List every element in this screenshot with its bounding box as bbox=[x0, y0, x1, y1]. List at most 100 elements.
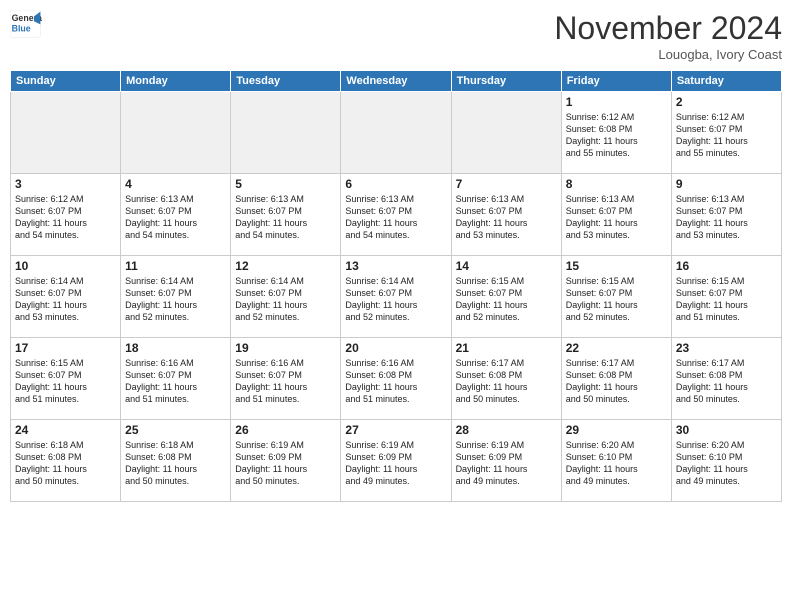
day-number: 18 bbox=[125, 341, 226, 355]
day-number: 27 bbox=[345, 423, 446, 437]
day-info: Sunrise: 6:18 AMSunset: 6:08 PMDaylight:… bbox=[125, 439, 226, 488]
day-cell: 1 Sunrise: 6:12 AMSunset: 6:08 PMDaylight… bbox=[561, 92, 671, 174]
day-cell: 18 Sunrise: 6:16 AMSunset: 6:07 PMDayligh… bbox=[121, 338, 231, 420]
day-info: Sunrise: 6:15 AMSunset: 6:07 PMDaylight:… bbox=[676, 275, 777, 324]
week-row-5: 24 Sunrise: 6:18 AMSunset: 6:08 PMDayligh… bbox=[11, 420, 782, 502]
day-info: Sunrise: 6:15 AMSunset: 6:07 PMDaylight:… bbox=[456, 275, 557, 324]
day-cell: 7 Sunrise: 6:13 AMSunset: 6:07 PMDaylight… bbox=[451, 174, 561, 256]
day-number: 8 bbox=[566, 177, 667, 191]
day-info: Sunrise: 6:16 AMSunset: 6:07 PMDaylight:… bbox=[125, 357, 226, 406]
day-number: 7 bbox=[456, 177, 557, 191]
day-info: Sunrise: 6:14 AMSunset: 6:07 PMDaylight:… bbox=[345, 275, 446, 324]
day-cell: 14 Sunrise: 6:15 AMSunset: 6:07 PMDayligh… bbox=[451, 256, 561, 338]
title-block: November 2024 Louogba, Ivory Coast bbox=[554, 10, 782, 62]
day-cell: 6 Sunrise: 6:13 AMSunset: 6:07 PMDaylight… bbox=[341, 174, 451, 256]
day-info: Sunrise: 6:19 AMSunset: 6:09 PMDaylight:… bbox=[456, 439, 557, 488]
day-cell: 26Sunrise: 6:19 AMSunset: 6:09 PMDayligh… bbox=[231, 420, 341, 502]
day-cell: 11 Sunrise: 6:14 AMSunset: 6:07 PMDayligh… bbox=[121, 256, 231, 338]
day-cell: 5Sunrise: 6:13 AMSunset: 6:07 PMDaylight… bbox=[231, 174, 341, 256]
week-row-1: 1 Sunrise: 6:12 AMSunset: 6:08 PMDaylight… bbox=[11, 92, 782, 174]
day-number: 28 bbox=[456, 423, 557, 437]
day-info: Sunrise: 6:17 AMSunset: 6:08 PMDaylight:… bbox=[456, 357, 557, 406]
day-cell: 28 Sunrise: 6:19 AMSunset: 6:09 PMDayligh… bbox=[451, 420, 561, 502]
day-cell: 2 Sunrise: 6:12 AMSunset: 6:07 PMDaylight… bbox=[671, 92, 781, 174]
day-number: 11 bbox=[125, 259, 226, 273]
day-info: Sunrise: 6:16 AMSunset: 6:08 PMDaylight:… bbox=[345, 357, 446, 406]
day-cell: 8Sunrise: 6:13 AMSunset: 6:07 PMDaylight… bbox=[561, 174, 671, 256]
day-number: 3 bbox=[15, 177, 116, 191]
day-cell: 27 Sunrise: 6:19 AMSunset: 6:09 PMDayligh… bbox=[341, 420, 451, 502]
day-cell: 17 Sunrise: 6:15 AMSunset: 6:07 PMDayligh… bbox=[11, 338, 121, 420]
day-info: Sunrise: 6:15 AMSunset: 6:07 PMDaylight:… bbox=[15, 357, 116, 406]
day-info: Sunrise: 6:13 AMSunset: 6:07 PMDaylight:… bbox=[676, 193, 777, 242]
day-number: 2 bbox=[676, 95, 777, 109]
day-info: Sunrise: 6:15 AMSunset: 6:07 PMDaylight:… bbox=[566, 275, 667, 324]
day-cell: 24 Sunrise: 6:18 AMSunset: 6:08 PMDayligh… bbox=[11, 420, 121, 502]
calendar: SundayMondayTuesdayWednesdayThursdayFrid… bbox=[10, 70, 782, 502]
location: Louogba, Ivory Coast bbox=[554, 47, 782, 62]
day-cell: 29Sunrise: 6:20 AMSunset: 6:10 PMDayligh… bbox=[561, 420, 671, 502]
day-number: 10 bbox=[15, 259, 116, 273]
day-number: 17 bbox=[15, 341, 116, 355]
weekday-thursday: Thursday bbox=[451, 71, 561, 92]
day-number: 15 bbox=[566, 259, 667, 273]
weekday-saturday: Saturday bbox=[671, 71, 781, 92]
weekday-sunday: Sunday bbox=[11, 71, 121, 92]
day-cell: 21 Sunrise: 6:17 AMSunset: 6:08 PMDayligh… bbox=[451, 338, 561, 420]
day-cell: 13 Sunrise: 6:14 AMSunset: 6:07 PMDayligh… bbox=[341, 256, 451, 338]
day-info: Sunrise: 6:13 AMSunset: 6:07 PMDaylight:… bbox=[345, 193, 446, 242]
day-cell: 9Sunrise: 6:13 AMSunset: 6:07 PMDaylight… bbox=[671, 174, 781, 256]
week-row-4: 17 Sunrise: 6:15 AMSunset: 6:07 PMDayligh… bbox=[11, 338, 782, 420]
day-info: Sunrise: 6:17 AMSunset: 6:08 PMDaylight:… bbox=[566, 357, 667, 406]
day-info: Sunrise: 6:14 AMSunset: 6:07 PMDaylight:… bbox=[235, 275, 336, 324]
weekday-wednesday: Wednesday bbox=[341, 71, 451, 92]
week-row-3: 10 Sunrise: 6:14 AMSunset: 6:07 PMDayligh… bbox=[11, 256, 782, 338]
day-number: 1 bbox=[566, 95, 667, 109]
weekday-monday: Monday bbox=[121, 71, 231, 92]
day-number: 23 bbox=[676, 341, 777, 355]
logo: General Blue bbox=[10, 10, 42, 38]
day-cell: 4Sunrise: 6:13 AMSunset: 6:07 PMDaylight… bbox=[121, 174, 231, 256]
day-number: 21 bbox=[456, 341, 557, 355]
day-info: Sunrise: 6:17 AMSunset: 6:08 PMDaylight:… bbox=[676, 357, 777, 406]
day-cell bbox=[11, 92, 121, 174]
day-number: 24 bbox=[15, 423, 116, 437]
svg-text:Blue: Blue bbox=[12, 24, 31, 34]
day-info: Sunrise: 6:19 AMSunset: 6:09 PMDaylight:… bbox=[235, 439, 336, 488]
day-info: Sunrise: 6:14 AMSunset: 6:07 PMDaylight:… bbox=[125, 275, 226, 324]
day-cell: 30 Sunrise: 6:20 AMSunset: 6:10 PMDayligh… bbox=[671, 420, 781, 502]
day-cell bbox=[121, 92, 231, 174]
day-info: Sunrise: 6:13 AMSunset: 6:07 PMDaylight:… bbox=[456, 193, 557, 242]
day-number: 22 bbox=[566, 341, 667, 355]
day-number: 16 bbox=[676, 259, 777, 273]
day-cell bbox=[231, 92, 341, 174]
day-cell: 15 Sunrise: 6:15 AMSunset: 6:07 PMDayligh… bbox=[561, 256, 671, 338]
day-info: Sunrise: 6:20 AMSunset: 6:10 PMDaylight:… bbox=[676, 439, 777, 488]
day-number: 14 bbox=[456, 259, 557, 273]
day-number: 30 bbox=[676, 423, 777, 437]
day-number: 20 bbox=[345, 341, 446, 355]
day-info: Sunrise: 6:12 AMSunset: 6:08 PMDaylight:… bbox=[566, 111, 667, 160]
header: General Blue November 2024 Louogba, Ivor… bbox=[10, 10, 782, 62]
day-number: 25 bbox=[125, 423, 226, 437]
day-info: Sunrise: 6:14 AMSunset: 6:07 PMDaylight:… bbox=[15, 275, 116, 324]
day-info: Sunrise: 6:18 AMSunset: 6:08 PMDaylight:… bbox=[15, 439, 116, 488]
day-number: 13 bbox=[345, 259, 446, 273]
day-cell: 20 Sunrise: 6:16 AMSunset: 6:08 PMDayligh… bbox=[341, 338, 451, 420]
weekday-tuesday: Tuesday bbox=[231, 71, 341, 92]
day-number: 12 bbox=[235, 259, 336, 273]
day-cell: 16 Sunrise: 6:15 AMSunset: 6:07 PMDayligh… bbox=[671, 256, 781, 338]
weekday-friday: Friday bbox=[561, 71, 671, 92]
day-info: Sunrise: 6:12 AMSunset: 6:07 PMDaylight:… bbox=[15, 193, 116, 242]
day-info: Sunrise: 6:12 AMSunset: 6:07 PMDaylight:… bbox=[676, 111, 777, 160]
day-number: 6 bbox=[345, 177, 446, 191]
day-number: 4 bbox=[125, 177, 226, 191]
day-info: Sunrise: 6:19 AMSunset: 6:09 PMDaylight:… bbox=[345, 439, 446, 488]
day-info: Sunrise: 6:16 AMSunset: 6:07 PMDaylight:… bbox=[235, 357, 336, 406]
day-cell: 3 Sunrise: 6:12 AMSunset: 6:07 PMDaylight… bbox=[11, 174, 121, 256]
day-number: 29 bbox=[566, 423, 667, 437]
day-cell bbox=[341, 92, 451, 174]
week-row-2: 3 Sunrise: 6:12 AMSunset: 6:07 PMDaylight… bbox=[11, 174, 782, 256]
day-info: Sunrise: 6:13 AMSunset: 6:07 PMDaylight:… bbox=[235, 193, 336, 242]
weekday-header-row: SundayMondayTuesdayWednesdayThursdayFrid… bbox=[11, 71, 782, 92]
